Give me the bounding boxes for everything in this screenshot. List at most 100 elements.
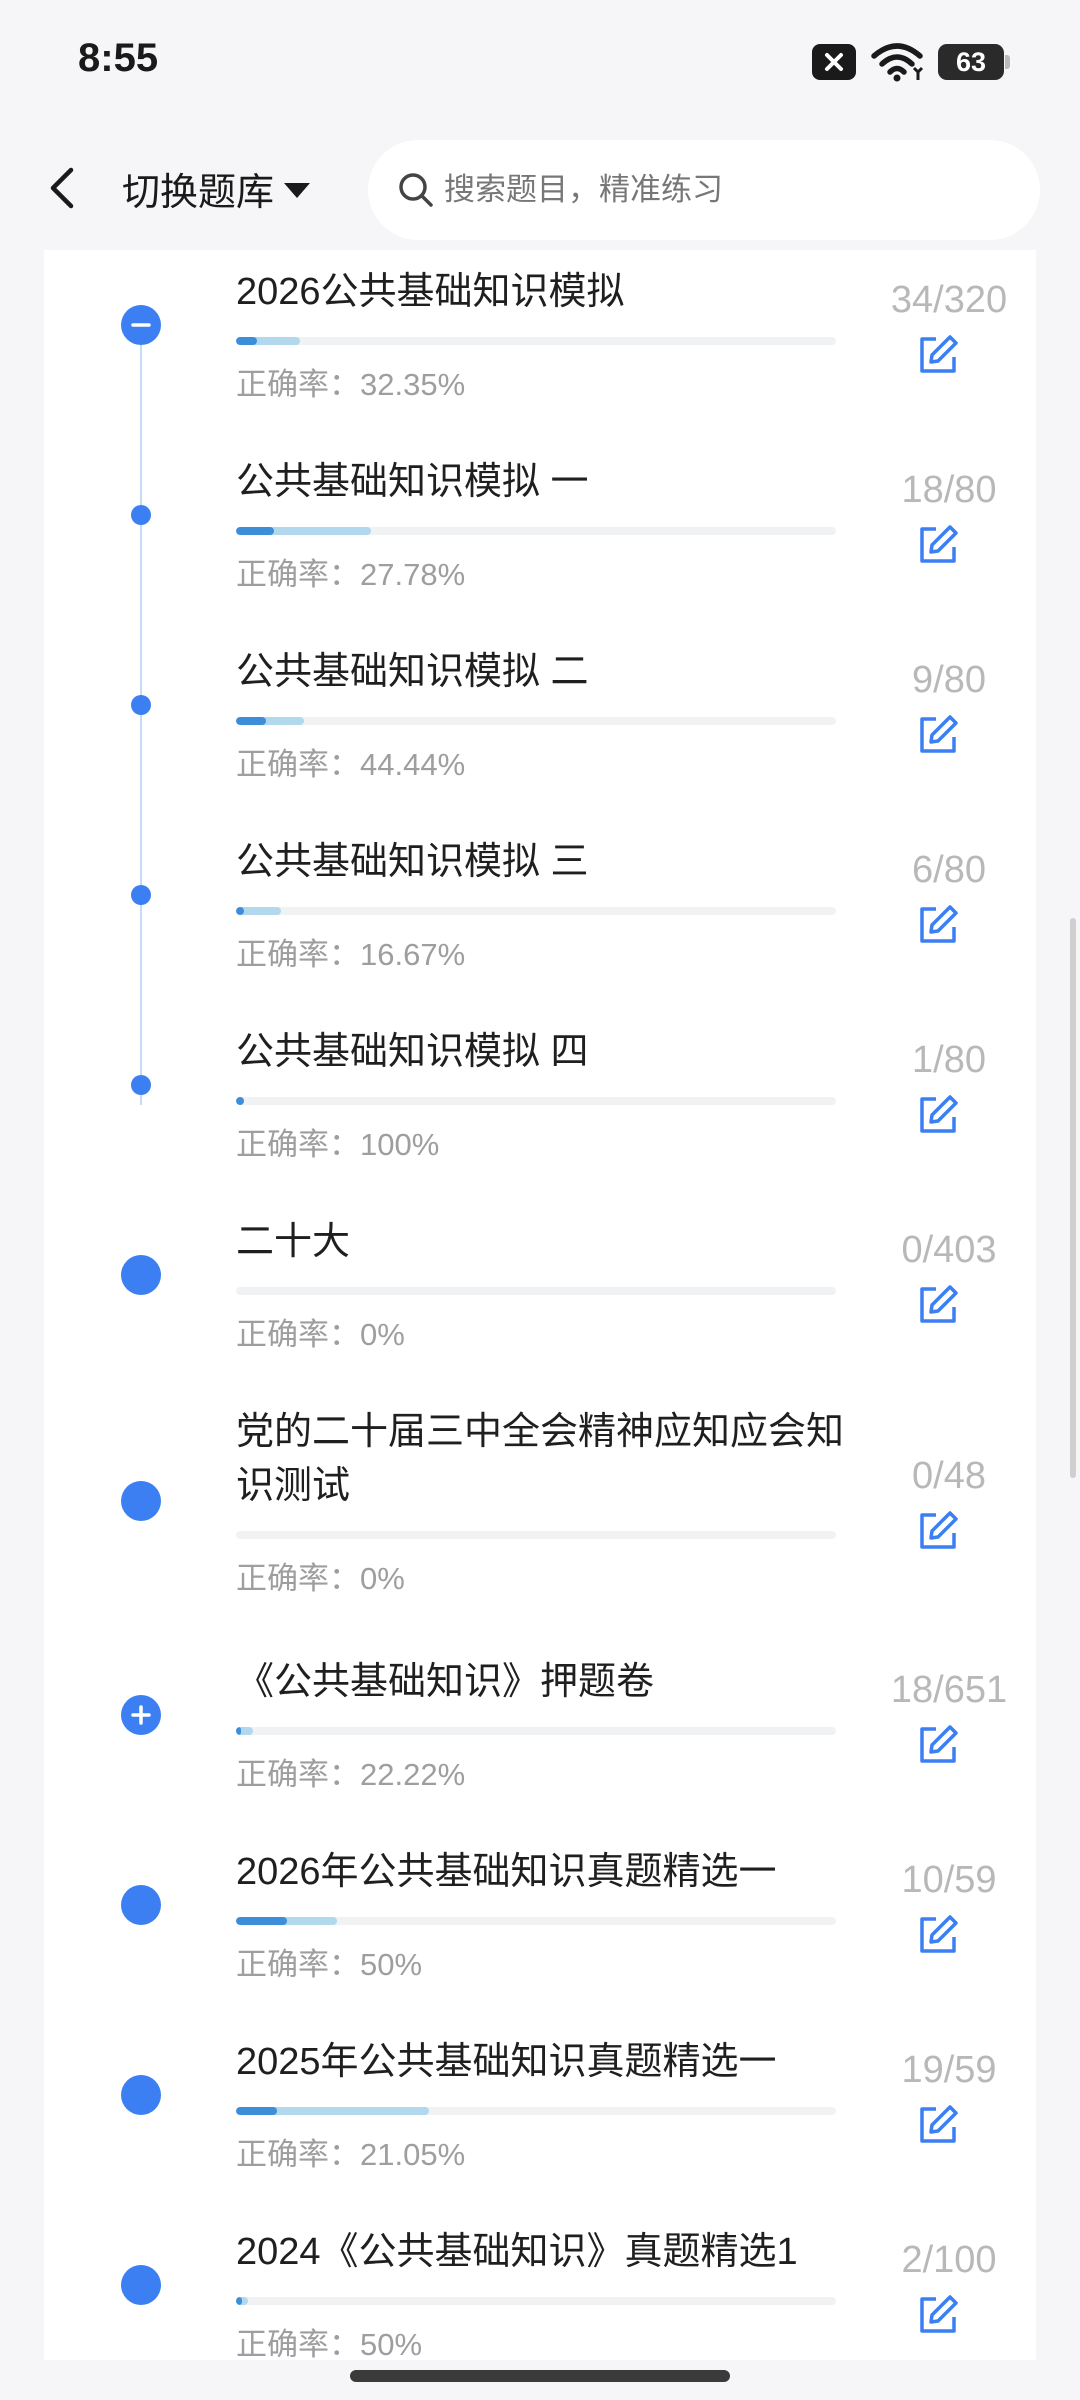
accuracy-text: 正确率：22.22% xyxy=(236,1749,465,1794)
switch-bank-dropdown[interactable]: 切换题库 xyxy=(122,158,311,218)
status-icons: 63 xyxy=(812,40,1010,84)
edit-icon[interactable] xyxy=(914,331,962,379)
progress-bar xyxy=(236,2297,836,2305)
accuracy-text: 正确率：27.78% xyxy=(236,549,465,594)
correct-fill xyxy=(236,717,266,725)
edit-icon[interactable] xyxy=(914,2101,962,2149)
item-title: 党的二十届三中全会精神应知应会知识测试 xyxy=(236,1411,845,1507)
question-count: 1/80 xyxy=(912,1039,986,1081)
edit-icon[interactable] xyxy=(914,2291,962,2339)
timeline-dot xyxy=(131,695,151,715)
home-indicator[interactable] xyxy=(350,2370,730,2382)
category-dot xyxy=(121,1481,161,1521)
notification-muted-icon xyxy=(812,44,856,80)
search-icon xyxy=(399,173,433,207)
edit-icon[interactable] xyxy=(914,1091,962,1139)
accuracy-value: 27.78% xyxy=(360,557,466,592)
accuracy-label: 正确率： xyxy=(236,1757,360,1792)
progress-bar xyxy=(236,1097,836,1105)
edit-icon[interactable] xyxy=(914,1281,962,1329)
accuracy-label: 正确率： xyxy=(236,747,360,782)
edit-icon[interactable] xyxy=(914,1911,962,1959)
accuracy-text: 正确率：50% xyxy=(236,1939,422,1984)
item-title: 2025年公共基础知识真题精选一 xyxy=(236,2041,777,2083)
correct-fill xyxy=(236,527,274,535)
accuracy-text: 正确率：50% xyxy=(236,2319,422,2360)
progress-bar xyxy=(236,527,836,535)
accuracy-label: 正确率： xyxy=(236,2137,360,2172)
correct-fill xyxy=(236,2107,277,2115)
correct-fill xyxy=(236,1097,244,1105)
question-count: 19/59 xyxy=(901,2049,997,2091)
accuracy-text: 正确率：0% xyxy=(236,1553,405,1598)
edit-icon[interactable] xyxy=(914,1721,962,1769)
accuracy-value: 21.05% xyxy=(360,2137,466,2172)
accuracy-value: 16.67% xyxy=(360,937,466,972)
accuracy-label: 正确率： xyxy=(236,1317,360,1352)
category-dot xyxy=(121,2075,161,2115)
accuracy-text: 正确率：32.35% xyxy=(236,359,465,404)
status-time: 8:55 xyxy=(78,36,159,80)
item-title: 二十大 xyxy=(236,1221,351,1263)
correct-fill xyxy=(236,337,257,345)
question-bank-list: 2026公共基础知识模拟 正确率：32.35% 34/320 公共基础知识模拟 一正确… xyxy=(44,250,1036,2360)
accuracy-value: 100% xyxy=(360,1127,440,1162)
item-title: 2026公共基础知识模拟 xyxy=(236,271,625,313)
scrollbar[interactable] xyxy=(1070,918,1076,1478)
correct-fill xyxy=(236,2297,242,2305)
progress-bar xyxy=(236,1287,836,1295)
progress-bar xyxy=(236,2107,836,2115)
accuracy-label: 正确率： xyxy=(236,557,360,592)
collapse-icon[interactable] xyxy=(121,305,161,345)
accuracy-value: 50% xyxy=(360,2327,423,2360)
accuracy-text: 正确率：21.05% xyxy=(236,2129,465,2174)
timeline-dot xyxy=(131,505,151,525)
accuracy-value: 0% xyxy=(360,1317,405,1352)
accuracy-label: 正确率： xyxy=(236,2327,360,2360)
category-dot xyxy=(121,1255,161,1295)
edit-icon[interactable] xyxy=(914,901,962,949)
edit-icon[interactable] xyxy=(914,1507,962,1555)
item-title: 公共基础知识模拟 四 xyxy=(236,1031,589,1073)
back-arrow-icon[interactable] xyxy=(38,158,88,218)
progress-bar xyxy=(236,1727,836,1735)
progress-bar xyxy=(236,337,836,345)
progress-bar xyxy=(236,1917,836,1925)
status-bar: 8:55 63 xyxy=(0,0,1080,130)
question-count: 18/651 xyxy=(890,1669,1008,1711)
wifi-icon xyxy=(871,43,924,82)
battery-icon: 63 xyxy=(938,44,1010,80)
accuracy-text: 正确率：16.67% xyxy=(236,929,465,974)
question-count: 2/100 xyxy=(901,2239,997,2281)
category-dot xyxy=(121,2265,161,2305)
accuracy-value: 32.35% xyxy=(360,367,466,402)
accuracy-value: 22.22% xyxy=(360,1757,466,1792)
edit-icon[interactable] xyxy=(914,521,962,569)
question-count: 10/59 xyxy=(901,1859,997,1901)
accuracy-label: 正确率： xyxy=(236,1947,360,1982)
accuracy-label: 正确率： xyxy=(236,1127,360,1162)
correct-fill xyxy=(236,1727,241,1735)
search-box[interactable] xyxy=(368,140,1040,240)
item-title: 公共基础知识模拟 三 xyxy=(236,841,589,883)
search-input[interactable] xyxy=(444,172,1004,208)
question-count: 0/48 xyxy=(912,1455,986,1497)
accuracy-text: 正确率：44.44% xyxy=(236,739,465,784)
accuracy-value: 50% xyxy=(360,1947,423,1982)
timeline-line xyxy=(140,345,142,1105)
timeline-dot xyxy=(131,1075,151,1095)
edit-icon[interactable] xyxy=(914,711,962,759)
progress-bar xyxy=(236,1531,836,1539)
header: 切换题库 xyxy=(0,130,1080,250)
correct-fill xyxy=(236,1917,287,1925)
item-title: 公共基础知识模拟 二 xyxy=(236,651,589,693)
item-title: 2026年公共基础知识真题精选一 xyxy=(236,1851,777,1893)
item-title: 公共基础知识模拟 一 xyxy=(236,461,589,503)
question-count: 9/80 xyxy=(912,659,986,701)
item-title: 2024《公共基础知识》真题精选1 xyxy=(236,2231,798,2273)
expand-icon[interactable] xyxy=(121,1695,161,1735)
question-count: 6/80 xyxy=(912,849,986,891)
timeline-dot xyxy=(131,885,151,905)
question-count: 0/403 xyxy=(901,1229,997,1271)
accuracy-text: 正确率：100% xyxy=(236,1119,439,1164)
